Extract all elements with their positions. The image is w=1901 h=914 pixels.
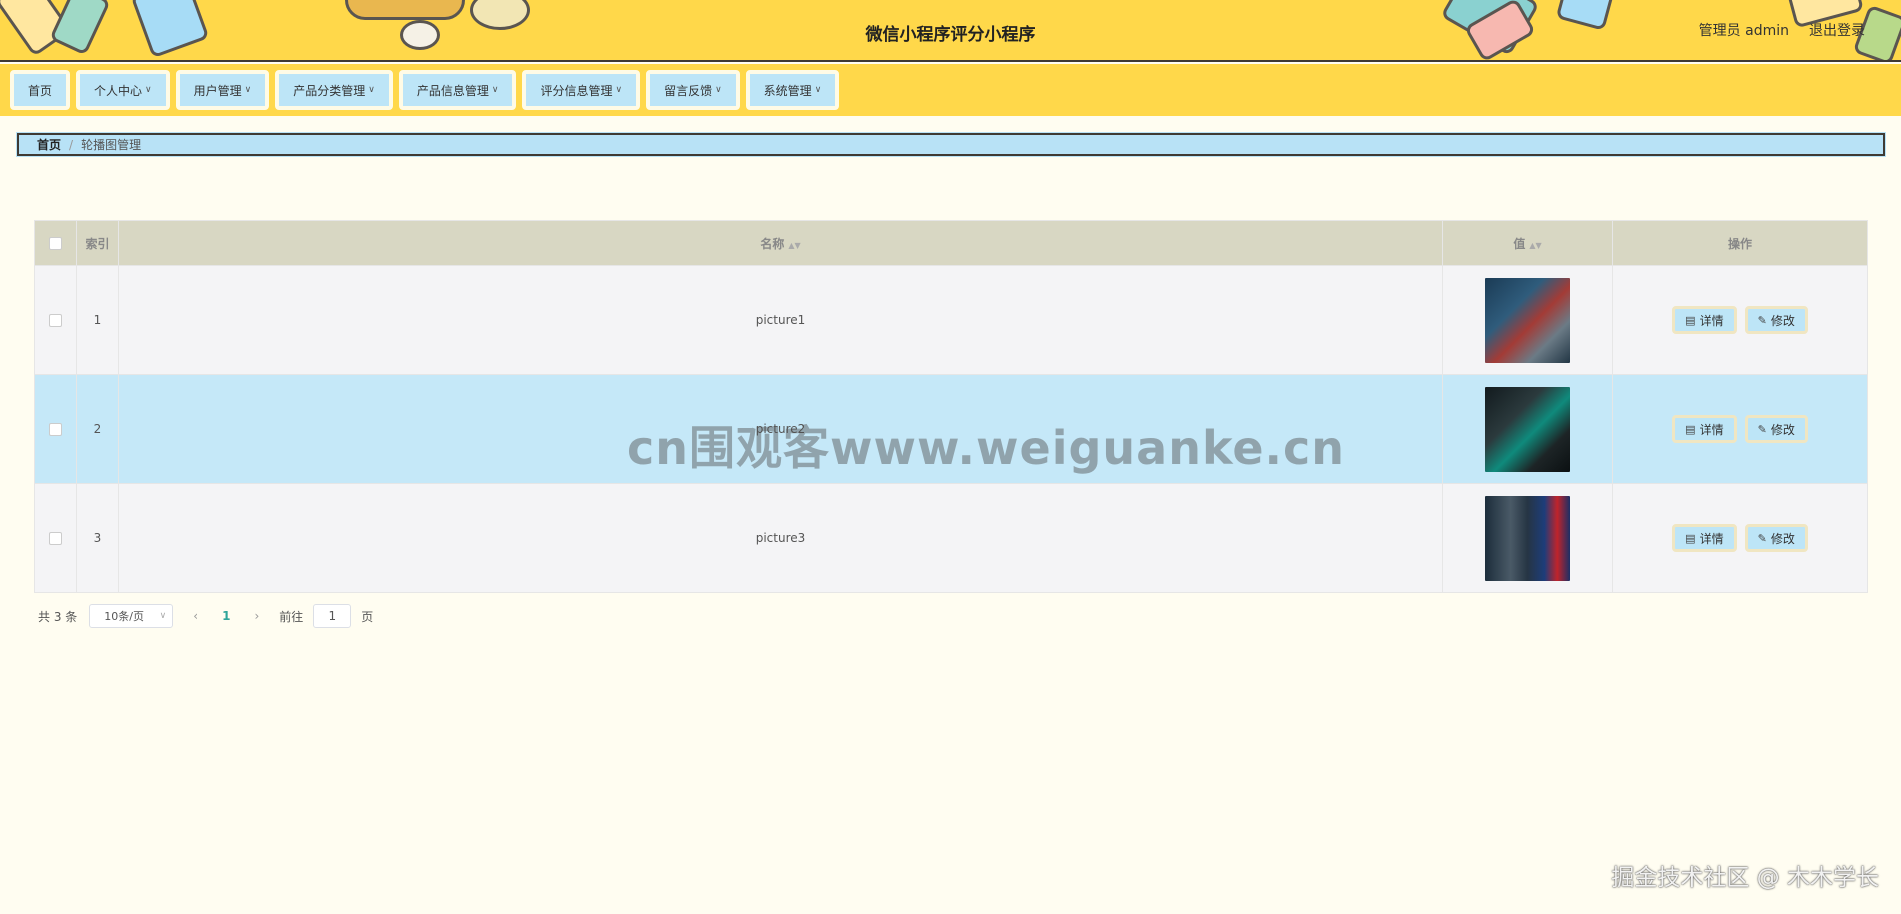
nav-item-0[interactable]: 首页: [10, 70, 71, 110]
main-nav: 首页 个人中心 ∨ 用户管理 ∨ 产品分类管理 ∨ 产品信息管理 ∨ 评分信息管理 ∨ 留言反馈 ∨ 系统…: [0, 64, 1901, 116]
pencil-icon: ✎: [1757, 422, 1767, 436]
chevron-down-icon: ∨: [615, 85, 623, 95]
nav-item-7[interactable]: 系统管理 ∨: [745, 70, 840, 110]
document-icon: ▤: [1685, 313, 1696, 327]
row-value-cell: [1442, 483, 1613, 593]
carousel-thumbnail[interactable]: [1485, 277, 1570, 363]
current-user-label: 管理员 admin: [1698, 23, 1789, 39]
nav-item-2[interactable]: 用户管理 ∨: [175, 70, 270, 110]
chevron-down-icon: ∨: [715, 85, 722, 95]
column-header-value[interactable]: 值 ▲▼: [1442, 220, 1613, 266]
chevron-down-icon: ∨: [814, 85, 822, 95]
prev-page-icon[interactable]: ‹: [183, 609, 208, 623]
carousel-thumbnail[interactable]: [1485, 495, 1570, 581]
edit-button[interactable]: ✎ 修改: [1744, 306, 1808, 334]
pagination-total: 共 3 条: [38, 609, 78, 624]
nav-item-label: 用户管理: [193, 83, 242, 98]
page-size-select[interactable]: 10条/页 ∨: [89, 604, 174, 628]
row-checkbox[interactable]: [49, 423, 62, 436]
row-value-cell: [1442, 265, 1613, 375]
table-row[interactable]: 2 picture2 ▤ 详情 ✎ 修改: [34, 374, 1868, 484]
chevron-down-icon: ∨: [159, 611, 167, 621]
next-page-icon[interactable]: ›: [244, 609, 269, 623]
edit-button[interactable]: ✎ 修改: [1744, 524, 1808, 552]
row-select-cell: [34, 374, 77, 484]
nav-item-label: 产品分类管理: [293, 83, 366, 98]
page-number-current[interactable]: 1: [218, 609, 234, 623]
select-all-cell: [34, 220, 77, 266]
edit-button[interactable]: ✎ 修改: [1744, 415, 1808, 443]
column-header-ops: 操作: [1612, 220, 1868, 266]
nav-item-4[interactable]: 产品信息管理 ∨: [398, 70, 517, 110]
row-index: 2: [76, 374, 119, 484]
corner-watermark: 掘金技术社区 @ 木木学长: [1611, 865, 1879, 891]
header-decoration: [345, 0, 465, 20]
nav-item-label: 个人中心: [94, 83, 143, 98]
row-checkbox[interactable]: [49, 314, 62, 327]
detail-button[interactable]: ▤ 详情: [1672, 415, 1737, 443]
nav-item-label: 首页: [28, 83, 53, 98]
nav-item-label: 系统管理: [763, 83, 812, 98]
logout-link[interactable]: 退出登录: [1809, 20, 1865, 40]
select-all-checkbox[interactable]: [49, 237, 62, 250]
pagination: 共 3 条 10条/页 ∨ ‹ 1 › 前往 页: [38, 604, 373, 628]
row-select-cell: [34, 483, 77, 593]
carousel-table: 索引 名称 ▲▼ 值 ▲▼ 操作 1 picture1 ▤ 详情 ✎ 修改 2 picture2 ▤…: [34, 220, 1868, 593]
row-value-cell: [1442, 374, 1613, 484]
row-index: 1: [76, 265, 119, 375]
carousel-thumbnail[interactable]: [1485, 386, 1570, 472]
row-index: 3: [76, 483, 119, 593]
nav-item-label: 产品信息管理: [416, 83, 489, 98]
pencil-icon: ✎: [1757, 531, 1767, 545]
chevron-down-icon: ∨: [368, 85, 375, 95]
row-ops-cell: ▤ 详情 ✎ 修改: [1612, 483, 1868, 593]
detail-button[interactable]: ▤ 详情: [1672, 524, 1737, 552]
column-header-index: 索引: [76, 220, 119, 266]
user-area: 管理员 admin 退出登录: [1699, 20, 1865, 40]
breadcrumb-home[interactable]: 首页: [37, 136, 61, 153]
document-icon: ▤: [1685, 422, 1696, 436]
document-icon: ▤: [1685, 531, 1696, 545]
table-header-row: 索引 名称 ▲▼ 值 ▲▼ 操作: [34, 220, 1868, 266]
nav-item-5[interactable]: 评分信息管理 ∨: [522, 70, 641, 110]
breadcrumb-separator: /: [69, 137, 74, 152]
breadcrumb-current: 轮播图管理: [81, 138, 142, 152]
pencil-icon: ✎: [1757, 313, 1767, 327]
nav-item-1[interactable]: 个人中心 ∨: [76, 70, 170, 110]
row-name: picture3: [118, 483, 1443, 593]
detail-button[interactable]: ▤ 详情: [1672, 306, 1737, 334]
breadcrumb: 首页 / 轮播图管理: [16, 132, 1886, 157]
row-select-cell: [34, 265, 77, 375]
chevron-down-icon: ∨: [244, 85, 252, 95]
sort-icon[interactable]: ▲▼: [788, 241, 800, 250]
goto-prefix: 前往: [279, 609, 304, 624]
sort-icon[interactable]: ▲▼: [1529, 241, 1541, 250]
row-name: picture2: [118, 374, 1443, 484]
row-ops-cell: ▤ 详情 ✎ 修改: [1612, 374, 1868, 484]
app-title: 微信小程序评分小程序: [865, 25, 1036, 45]
nav-item-3[interactable]: 产品分类管理 ∨: [275, 70, 393, 110]
app-header: 微信小程序评分小程序 管理员 admin 退出登录: [0, 0, 1901, 62]
row-ops-cell: ▤ 详情 ✎ 修改: [1612, 265, 1868, 375]
table-row[interactable]: 3 picture3 ▤ 详情 ✎ 修改: [34, 483, 1868, 593]
nav-item-6[interactable]: 留言反馈 ∨: [646, 70, 740, 110]
nav-item-label: 留言反馈: [664, 83, 713, 98]
row-checkbox[interactable]: [49, 532, 62, 545]
nav-item-label: 评分信息管理: [540, 83, 613, 98]
chevron-down-icon: ∨: [145, 85, 152, 95]
goto-suffix: 页: [361, 609, 374, 624]
goto-page-input[interactable]: [313, 604, 352, 628]
column-header-name[interactable]: 名称 ▲▼: [118, 220, 1443, 266]
row-name: picture1: [118, 265, 1443, 375]
chevron-down-icon: ∨: [491, 85, 499, 95]
table-row[interactable]: 1 picture1 ▤ 详情 ✎ 修改: [34, 265, 1868, 375]
